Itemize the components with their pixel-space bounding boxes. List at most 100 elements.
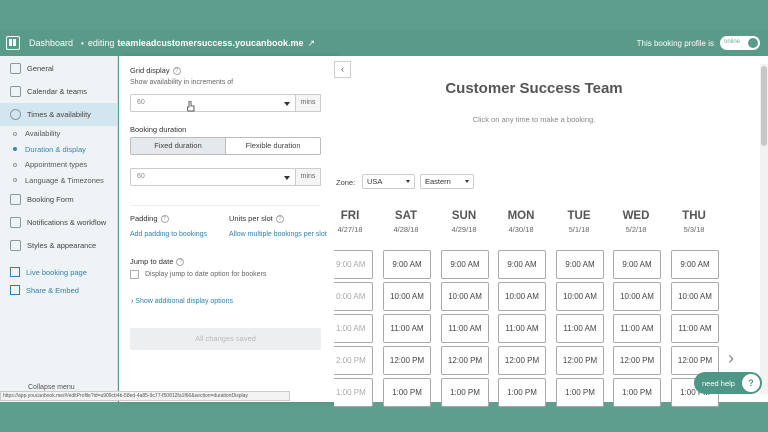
fixed-duration-button[interactable]: Fixed duration <box>131 138 226 154</box>
grid-unit: mins <box>295 94 321 112</box>
time-slot[interactable]: 12:00 PM <box>498 346 546 375</box>
share-embed-link[interactable]: Share & Embed <box>0 281 117 299</box>
time-slot[interactable]: 1:00 PM <box>498 378 546 407</box>
time-slot[interactable]: 10:00 AM <box>556 282 604 311</box>
subitem-label: Availability <box>25 129 61 139</box>
sidebar-item-times[interactable]: Times & availability <box>0 103 117 126</box>
flexible-duration-button[interactable]: Flexible duration <box>226 138 320 154</box>
link-label: Share & Embed <box>26 285 79 295</box>
subitem-appointment-types[interactable]: Appointment types <box>0 157 117 173</box>
settings-sidebar: General Calendar & teams Times & availab… <box>0 56 118 402</box>
time-slot[interactable]: 12:00 PM <box>441 346 489 375</box>
sidebar-item-general[interactable]: General <box>0 57 117 80</box>
external-link-icon[interactable]: ↗ <box>307 38 315 49</box>
dashboard-link[interactable]: Dashboard <box>29 38 73 48</box>
need-help-label: need help <box>702 378 735 388</box>
hand-cursor-icon <box>187 101 195 112</box>
time-slot[interactable]: 11:00 AM <box>556 314 604 343</box>
day-date: 5/3/18 <box>683 225 705 234</box>
day-date: 4/28/18 <box>393 225 419 234</box>
timezone-zone-value: Eastern <box>425 177 451 186</box>
grid-display-label: Grid display <box>130 66 170 75</box>
help-icon[interactable]: ? <box>275 215 284 224</box>
time-slot[interactable]: 12:00 PM <box>383 346 431 375</box>
sidebar-item-booking-form[interactable]: Booking Form <box>0 188 117 211</box>
day-date: 5/1/18 <box>568 225 590 234</box>
multiple-bookings-link[interactable]: Allow multiple bookings per slot <box>229 231 327 238</box>
sidebar-item-label: General <box>27 64 54 73</box>
day-column-header: TUE 5/1/18 <box>554 210 604 234</box>
time-slot[interactable]: 11:00 AM <box>441 314 489 343</box>
sidebar-item-label: Booking Form <box>27 195 74 204</box>
time-slot[interactable]: 11:00 AM <box>383 314 431 343</box>
divider <box>130 205 321 206</box>
time-slot[interactable]: 12:00 PM <box>671 346 719 375</box>
need-help-button[interactable]: need help ? <box>694 372 762 394</box>
day-name: THU <box>682 210 706 222</box>
time-slot[interactable]: 1:00 PM <box>334 378 373 407</box>
time-slot[interactable]: 2:00 PM <box>334 346 373 375</box>
bullet-icon <box>13 147 17 152</box>
time-slot[interactable]: 9:00 AM <box>498 250 546 279</box>
preview-scrollbar[interactable] <box>760 64 768 394</box>
grid-increment-select[interactable]: 60 <box>130 94 296 112</box>
subitem-duration-display[interactable]: Duration & display <box>0 142 117 158</box>
time-slot[interactable]: 12:00 PM <box>556 346 604 375</box>
jump-to-date-option-label: Display jump to date option for bookers <box>145 271 267 278</box>
time-slot[interactable]: 12:00 PM <box>613 346 661 375</box>
add-padding-link[interactable]: Add padding to bookings <box>130 231 207 238</box>
clock-icon <box>10 109 21 120</box>
sidebar-item-notifications[interactable]: Notifications & workflow <box>0 211 117 234</box>
booking-duration-heading: Booking duration <box>130 125 187 134</box>
bullet-icon <box>13 131 17 136</box>
time-slot[interactable]: 1:00 AM <box>334 314 373 343</box>
time-slot[interactable]: 11:00 AM <box>498 314 546 343</box>
day-date: 4/27/18 <box>337 225 363 234</box>
time-slot[interactable]: 10:00 AM <box>498 282 546 311</box>
time-slot[interactable]: 9:00 AM <box>556 250 604 279</box>
time-slot[interactable]: 0:00 AM <box>334 282 373 311</box>
duration-select[interactable]: 60 <box>130 168 296 186</box>
app-logo-icon[interactable] <box>6 36 20 50</box>
help-icon[interactable]: ? <box>176 258 185 267</box>
online-status: This booking profile is online <box>637 36 760 50</box>
subitem-availability[interactable]: Availability <box>0 126 117 142</box>
time-slot[interactable]: 1:00 PM <box>383 378 431 407</box>
time-slot[interactable]: 1:00 PM <box>441 378 489 407</box>
sidebar-item-label: Notifications & workflow <box>27 218 107 227</box>
time-slot[interactable]: 9:00 AM <box>383 250 431 279</box>
time-slot[interactable]: 10:00 AM <box>441 282 489 311</box>
timezone-country-select[interactable]: USA <box>362 174 415 189</box>
time-slot[interactable]: 9:00 AM <box>441 250 489 279</box>
time-slot[interactable]: 10:00 AM <box>383 282 431 311</box>
time-slot[interactable]: 10:00 AM <box>613 282 661 311</box>
timezone-zone-select[interactable]: Eastern <box>420 174 474 189</box>
online-toggle[interactable]: online <box>720 36 760 50</box>
sidebar-item-styles[interactable]: Styles & appearance <box>0 234 117 257</box>
sidebar-item-calendar[interactable]: Calendar & teams <box>0 80 117 103</box>
day-column-header: MON 4/30/18 <box>496 210 546 234</box>
collapse-menu[interactable]: Collapse menu <box>28 384 75 391</box>
time-slot[interactable]: 1:00 PM <box>613 378 661 407</box>
chevron-right-icon: › <box>131 298 134 305</box>
time-slot[interactable]: 9:00 AM <box>671 250 719 279</box>
share-icon <box>10 285 20 295</box>
time-slot[interactable]: 9:00 AM <box>334 250 373 279</box>
bullet-icon <box>13 162 17 167</box>
help-icon[interactable]: ? <box>160 215 169 224</box>
help-icon[interactable]: ? <box>172 67 181 76</box>
day-column-header: FRI 4/27/18 <box>325 210 375 234</box>
collapse-panel-button[interactable]: ‹ <box>334 61 351 78</box>
time-slot[interactable]: 1:00 PM <box>556 378 604 407</box>
live-booking-page-link[interactable]: Live booking page <box>0 263 117 281</box>
jump-to-date-checkbox[interactable] <box>130 270 139 279</box>
save-status-button[interactable]: All changes saved <box>130 328 321 350</box>
subitem-language-timezones[interactable]: Language & Timezones <box>0 173 117 189</box>
show-additional-options-link[interactable]: › Show additional display options <box>131 298 233 305</box>
time-slot[interactable]: 11:00 AM <box>671 314 719 343</box>
next-week-arrow[interactable]: › <box>728 348 734 369</box>
time-slot[interactable]: 10:00 AM <box>671 282 719 311</box>
time-slot[interactable]: 11:00 AM <box>613 314 661 343</box>
time-slot[interactable]: 9:00 AM <box>613 250 661 279</box>
grid-display-heading: Grid display? <box>130 66 181 76</box>
